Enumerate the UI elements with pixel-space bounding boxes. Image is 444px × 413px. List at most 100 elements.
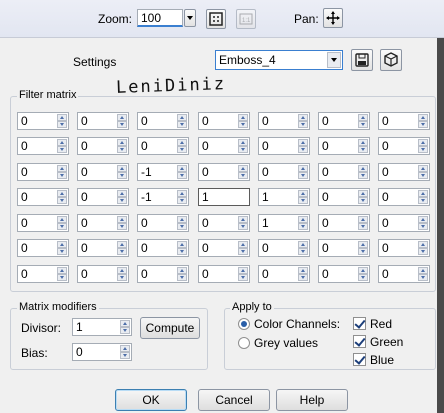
matrix-cell-spinner-arrows[interactable] bbox=[238, 165, 248, 179]
matrix-cell-r6-c6[interactable]: 0 bbox=[318, 239, 370, 257]
matrix-cell-r5-c7[interactable]: 0 bbox=[378, 214, 430, 232]
matrix-cell-r3-c4[interactable]: 0 bbox=[198, 163, 250, 181]
matrix-cell-r4-c6[interactable]: 0 bbox=[318, 188, 370, 206]
matrix-cell-spinner-arrows[interactable] bbox=[57, 190, 67, 204]
matrix-cell-r7-c7[interactable]: 0 bbox=[378, 265, 430, 283]
matrix-cell-r1-c2[interactable]: 0 bbox=[77, 112, 129, 130]
matrix-cell-r5-c4[interactable]: 0 bbox=[198, 214, 250, 232]
matrix-cell-r5-c2[interactable]: 0 bbox=[77, 214, 129, 232]
matrix-cell-r3-c3[interactable]: -1 bbox=[137, 163, 189, 181]
matrix-cell-r1-c3[interactable]: 0 bbox=[137, 112, 189, 130]
matrix-cell-r5-c6[interactable]: 0 bbox=[318, 214, 370, 232]
matrix-cell-spinner-arrows[interactable] bbox=[298, 190, 308, 204]
matrix-cell-spinner-arrows[interactable] bbox=[358, 165, 368, 179]
matrix-cell-spinner-arrows[interactable] bbox=[418, 165, 428, 179]
matrix-cell-spinner-arrows[interactable] bbox=[117, 139, 127, 153]
pan-button[interactable] bbox=[323, 8, 343, 28]
matrix-cell-r6-c4[interactable]: 0 bbox=[198, 239, 250, 257]
matrix-cell-r7-c5[interactable]: 0 bbox=[258, 265, 310, 283]
matrix-cell-r1-c7[interactable]: 0 bbox=[378, 112, 430, 130]
matrix-cell-r6-c7[interactable]: 0 bbox=[378, 239, 430, 257]
matrix-cell-r5-c1[interactable]: 0 bbox=[17, 214, 69, 232]
matrix-cell-spinner-arrows[interactable] bbox=[298, 114, 308, 128]
matrix-cell-spinner-arrows[interactable] bbox=[298, 165, 308, 179]
matrix-cell-r4-c1[interactable]: 0 bbox=[17, 188, 69, 206]
matrix-cell-r4-c2[interactable]: 0 bbox=[77, 188, 129, 206]
bias-spinner-arrows[interactable] bbox=[120, 345, 130, 359]
zoom-spinner[interactable]: 100 bbox=[137, 9, 183, 27]
matrix-cell-spinner-arrows[interactable] bbox=[358, 190, 368, 204]
matrix-cell-spinner-arrows[interactable] bbox=[298, 139, 308, 153]
matrix-cell-r2-c4[interactable]: 0 bbox=[198, 137, 250, 155]
matrix-cell-r4-c3[interactable]: -1 bbox=[137, 188, 189, 206]
matrix-cell-r3-c5[interactable]: 0 bbox=[258, 163, 310, 181]
matrix-cell-r5-c5[interactable]: 1 bbox=[258, 214, 310, 232]
matrix-cell-spinner-arrows[interactable] bbox=[117, 241, 127, 255]
matrix-cell-spinner-arrows[interactable] bbox=[418, 216, 428, 230]
matrix-cell-r7-c1[interactable]: 0 bbox=[17, 265, 69, 283]
matrix-cell-r1-c4[interactable]: 0 bbox=[198, 112, 250, 130]
matrix-cell-r2-c6[interactable]: 0 bbox=[318, 137, 370, 155]
matrix-cell-r5-c3[interactable]: 0 bbox=[137, 214, 189, 232]
matrix-cell-r7-c4[interactable]: 0 bbox=[198, 265, 250, 283]
save-preset-button[interactable] bbox=[351, 49, 373, 71]
matrix-cell-r1-c6[interactable]: 0 bbox=[318, 112, 370, 130]
matrix-cell-spinner-arrows[interactable] bbox=[238, 241, 248, 255]
matrix-cell-spinner-arrows[interactable] bbox=[57, 114, 67, 128]
matrix-cell-spinner-arrows[interactable] bbox=[57, 267, 67, 281]
color-channels-radio[interactable] bbox=[238, 318, 250, 330]
zoom-dropdown-button[interactable] bbox=[184, 9, 196, 27]
matrix-cell-spinner-arrows[interactable] bbox=[57, 216, 67, 230]
matrix-cell-r7-c6[interactable]: 0 bbox=[318, 265, 370, 283]
matrix-cell-r2-c7[interactable]: 0 bbox=[378, 137, 430, 155]
matrix-cell-r6-c5[interactable]: 0 bbox=[258, 239, 310, 257]
matrix-cell-r2-c1[interactable]: 0 bbox=[17, 137, 69, 155]
help-button[interactable]: Help bbox=[276, 389, 348, 411]
matrix-cell-r6-c3[interactable]: 0 bbox=[137, 239, 189, 257]
matrix-cell-r3-c6[interactable]: 0 bbox=[318, 163, 370, 181]
preset-dropdown-arrow[interactable] bbox=[327, 52, 341, 68]
matrix-cell-spinner-arrows[interactable] bbox=[298, 267, 308, 281]
matrix-cell-spinner-arrows[interactable] bbox=[358, 241, 368, 255]
matrix-cell-r3-c2[interactable]: 0 bbox=[77, 163, 129, 181]
red-checkbox[interactable] bbox=[353, 317, 366, 330]
matrix-cell-spinner-arrows[interactable] bbox=[358, 216, 368, 230]
matrix-cell-spinner-arrows[interactable] bbox=[57, 165, 67, 179]
blue-checkbox[interactable] bbox=[353, 353, 366, 366]
matrix-cell-spinner-arrows[interactable] bbox=[358, 267, 368, 281]
matrix-cell-spinner-arrows[interactable] bbox=[418, 190, 428, 204]
matrix-cell-spinner-arrows[interactable] bbox=[177, 139, 187, 153]
matrix-cell-r1-c1[interactable]: 0 bbox=[17, 112, 69, 130]
matrix-cell-r7-c3[interactable]: 0 bbox=[137, 265, 189, 283]
divisor-input[interactable]: 1 bbox=[72, 318, 132, 336]
matrix-cell-r4-c7[interactable]: 0 bbox=[378, 188, 430, 206]
matrix-cell-spinner-arrows[interactable] bbox=[298, 216, 308, 230]
actual-size-button[interactable] bbox=[206, 9, 226, 29]
matrix-cell-spinner-arrows[interactable] bbox=[117, 114, 127, 128]
matrix-cell-r7-c2[interactable]: 0 bbox=[77, 265, 129, 283]
preset-select[interactable]: Emboss_4 bbox=[215, 50, 343, 70]
ok-button[interactable]: OK bbox=[115, 389, 187, 411]
matrix-cell-spinner-arrows[interactable] bbox=[177, 241, 187, 255]
matrix-cell-spinner-arrows[interactable] bbox=[117, 267, 127, 281]
matrix-cell-r3-c1[interactable]: 0 bbox=[17, 163, 69, 181]
matrix-cell-r4-c4[interactable]: 1 bbox=[198, 188, 250, 206]
matrix-cell-r6-c2[interactable]: 0 bbox=[77, 239, 129, 257]
matrix-cell-spinner-arrows[interactable] bbox=[358, 139, 368, 153]
matrix-cell-r2-c3[interactable]: 0 bbox=[137, 137, 189, 155]
matrix-cell-spinner-arrows[interactable] bbox=[177, 190, 187, 204]
matrix-cell-spinner-arrows[interactable] bbox=[117, 216, 127, 230]
matrix-cell-spinner-arrows[interactable] bbox=[418, 139, 428, 153]
matrix-cell-spinner-arrows[interactable] bbox=[177, 165, 187, 179]
matrix-cell-spinner-arrows[interactable] bbox=[177, 267, 187, 281]
matrix-cell-spinner-arrows[interactable] bbox=[238, 216, 248, 230]
matrix-cell-spinner-arrows[interactable] bbox=[117, 165, 127, 179]
fit-window-button[interactable]: 1:1 bbox=[236, 9, 256, 29]
matrix-cell-spinner-arrows[interactable] bbox=[177, 216, 187, 230]
matrix-cell-r2-c5[interactable]: 0 bbox=[258, 137, 310, 155]
bias-input[interactable]: 0 bbox=[72, 343, 132, 361]
matrix-cell-spinner-arrows[interactable] bbox=[418, 114, 428, 128]
cancel-button[interactable]: Cancel bbox=[198, 389, 270, 411]
matrix-cell-spinner-arrows[interactable] bbox=[238, 267, 248, 281]
green-checkbox[interactable] bbox=[353, 335, 366, 348]
